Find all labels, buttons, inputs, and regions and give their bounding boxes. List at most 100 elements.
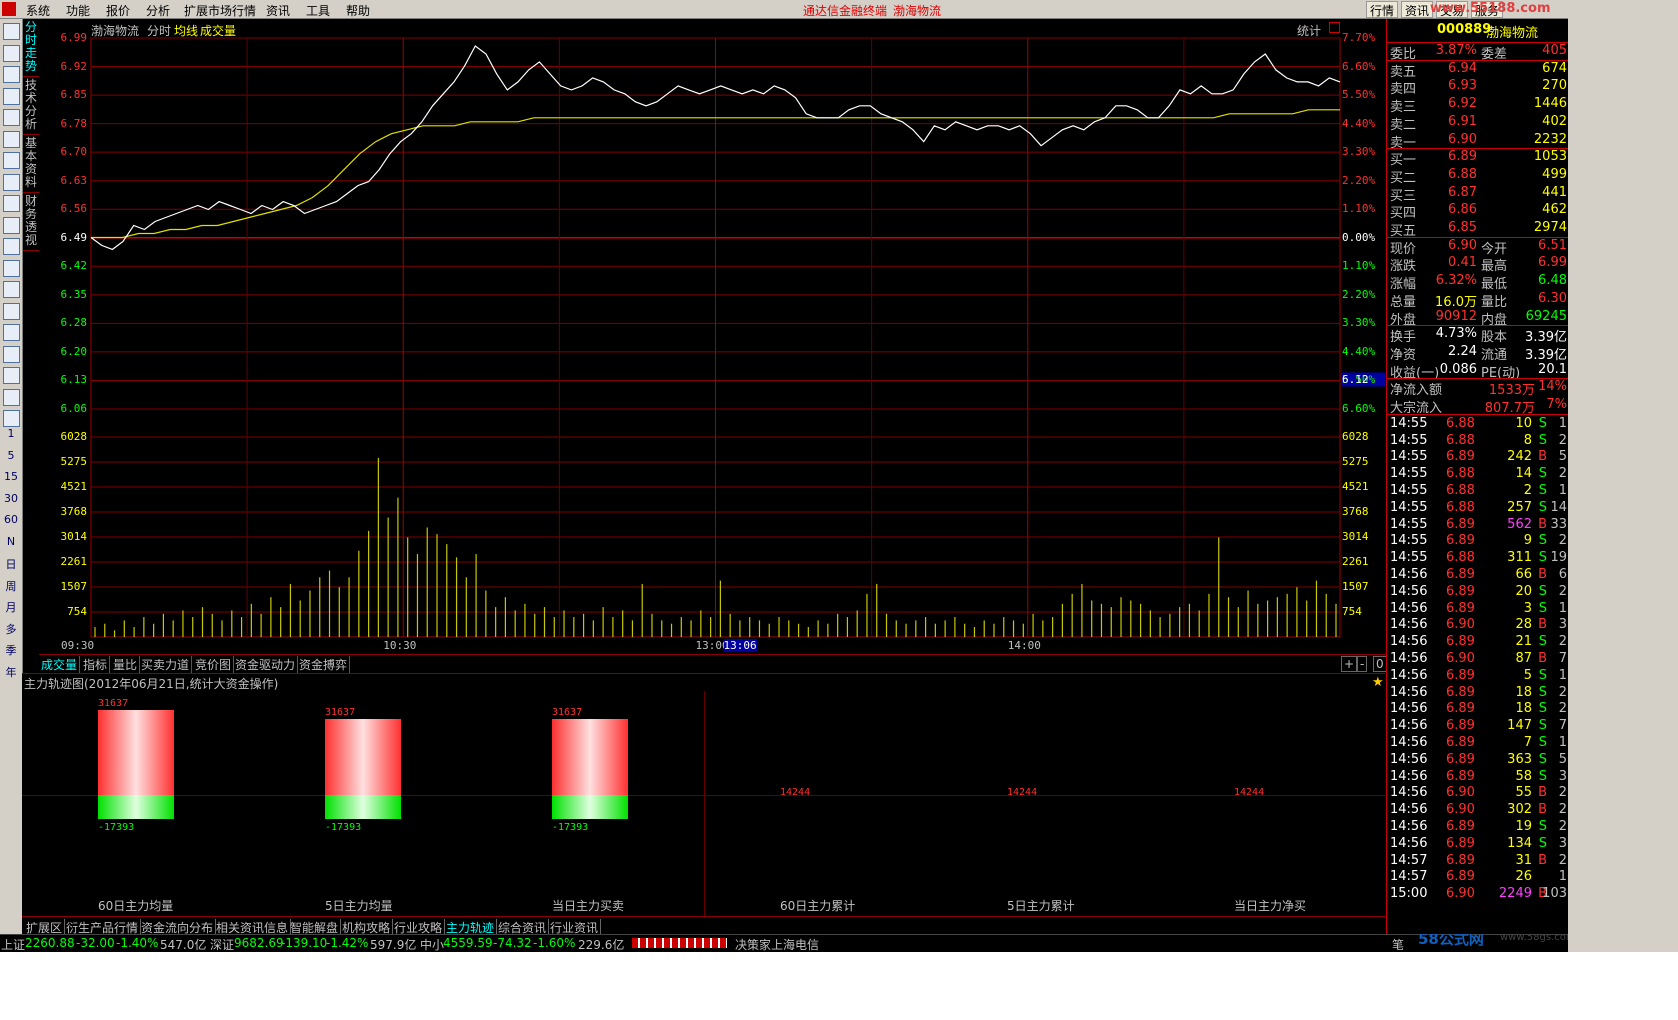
fund-row[interactable]: 换手 4.73% 股本 3.39亿: [1387, 326, 1569, 345]
tick-row[interactable]: 14:55 6.88 2 S 1: [1387, 483, 1569, 500]
tick-row[interactable]: 14:56 6.90 28 B 3: [1387, 617, 1569, 634]
menu-analysis[interactable]: 分析: [146, 2, 170, 19]
bid-row[interactable]: 买五 6.85 2974: [1387, 220, 1569, 239]
tick-row[interactable]: 14:57 6.89 26 1: [1387, 869, 1569, 886]
period-5[interactable]: N: [0, 535, 22, 548]
grid-icon[interactable]: [3, 44, 20, 62]
fund-row[interactable]: 净资 2.24 流通 3.39亿: [1387, 344, 1569, 363]
period-6[interactable]: 日: [0, 556, 22, 572]
chart-canvas[interactable]: [39, 19, 1385, 654]
news-icon[interactable]: [3, 173, 20, 191]
zoom-reset-button[interactable]: 0: [1373, 656, 1387, 672]
tick-row[interactable]: 14:55 6.89 9 S 2: [1387, 533, 1569, 550]
period-3[interactable]: 30: [0, 492, 22, 505]
home-icon[interactable]: [3, 23, 20, 40]
bid-row[interactable]: 买四 6.86 462: [1387, 202, 1569, 221]
ask-row[interactable]: 卖一 6.90 2232: [1387, 132, 1569, 151]
stat-row[interactable]: 外盘 90912 内盘 69245: [1387, 309, 1569, 328]
tab-volume[interactable]: 成交量: [39, 656, 81, 673]
table-icon[interactable]: [3, 130, 20, 148]
tab-indicator[interactable]: 指标: [81, 656, 111, 673]
tick-row[interactable]: 14:56 6.89 5 S 1: [1387, 668, 1569, 685]
tick-row[interactable]: 14:56 6.90 302 B 2: [1387, 802, 1569, 819]
tick-row[interactable]: 14:55 6.89 562 B 33: [1387, 517, 1569, 534]
tick-row[interactable]: 15:00 6.90 2249 B 103: [1387, 886, 1569, 903]
stat-row[interactable]: 总量 16.0万 量比 6.30: [1387, 291, 1569, 310]
btn-market[interactable]: 行情: [1366, 1, 1399, 18]
weibi-row[interactable]: 委比 3.87% 委差 405: [1387, 43, 1569, 62]
tick-row[interactable]: 14:56 6.89 147 S 7: [1387, 718, 1569, 735]
tick-row[interactable]: 14:56 6.89 66 B 6: [1387, 567, 1569, 584]
period-10[interactable]: 季: [0, 642, 22, 658]
tick-row[interactable]: 14:56 6.89 18 S 2: [1387, 685, 1569, 702]
pen-icon[interactable]: [3, 388, 20, 406]
ask-row[interactable]: 卖二 6.91 402: [1387, 114, 1569, 133]
menu-system[interactable]: 系统: [26, 2, 50, 19]
tick-row[interactable]: 14:56 6.89 19 S 2: [1387, 819, 1569, 836]
period-0[interactable]: 1: [0, 427, 22, 440]
tab-capital-game[interactable]: 资金搏弈: [297, 656, 351, 673]
menu-help[interactable]: 帮助: [346, 2, 370, 19]
f12-icon[interactable]: [3, 216, 20, 234]
period-9[interactable]: 多: [0, 621, 22, 637]
f5-icon[interactable]: [3, 410, 20, 427]
menu-function[interactable]: 功能: [66, 2, 90, 19]
period-2[interactable]: 15: [0, 470, 22, 483]
zoom-out-button[interactable]: -: [1357, 656, 1368, 672]
add-icon[interactable]: [3, 367, 20, 384]
tab-capital-drive[interactable]: 资金驱动力: [233, 656, 299, 673]
bid-row[interactable]: 买一 6.89 1053: [1387, 149, 1569, 168]
tick-row[interactable]: 14:55 6.88 14 S 2: [1387, 466, 1569, 483]
zoom-in-button[interactable]: +: [1341, 656, 1358, 672]
tick-row[interactable]: 14:56 6.89 58 S 3: [1387, 769, 1569, 786]
period-11[interactable]: 年: [0, 664, 22, 680]
bid-row[interactable]: 买三 6.87 441: [1387, 185, 1569, 204]
tab-technical[interactable]: 技术分析: [23, 79, 39, 135]
tab-auction[interactable]: 竞价图: [193, 656, 235, 673]
tick-row[interactable]: 14:56 6.89 3 S 1: [1387, 601, 1569, 618]
stat-row[interactable]: 涨跌 0.41 最高 6.99: [1387, 255, 1569, 274]
bid-row[interactable]: 买二 6.88 499: [1387, 167, 1569, 186]
tab-finance[interactable]: 财务透视: [23, 195, 39, 251]
btn-info[interactable]: 资讯: [1401, 1, 1434, 18]
tick-row[interactable]: 14:56 6.89 18 S 2: [1387, 701, 1569, 718]
tick-row[interactable]: 14:55 6.88 257 S 14: [1387, 500, 1569, 517]
tick-row[interactable]: 14:55 6.88 8 S 2: [1387, 433, 1569, 450]
flow-row[interactable]: 净流入额 1533万 14%: [1387, 379, 1569, 398]
tick-row[interactable]: 14:56 6.89 363 S 5: [1387, 752, 1569, 769]
tab-volume-ratio[interactable]: 量比: [111, 656, 141, 673]
period-4[interactable]: 60: [0, 513, 22, 526]
tick-row[interactable]: 14:56 6.89 21 S 2: [1387, 634, 1569, 651]
report-icon[interactable]: [3, 195, 20, 212]
period-1[interactable]: 5: [0, 449, 22, 462]
tick-row[interactable]: 14:56 6.90 55 B 2: [1387, 785, 1569, 802]
compare-icon[interactable]: [3, 281, 20, 298]
list-icon[interactable]: [3, 66, 20, 83]
flow-row[interactable]: 大宗流入 807.7万 7%: [1387, 397, 1569, 416]
menu-tools[interactable]: 工具: [306, 2, 330, 19]
star-icon[interactable]: ★: [1372, 675, 1384, 690]
fund-row[interactable]: 收益(一) 0.086 PE(动) 20.1: [1387, 362, 1569, 381]
tick-row[interactable]: 14:56 6.89 7 S 1: [1387, 735, 1569, 752]
ask-row[interactable]: 卖四 6.93 270: [1387, 78, 1569, 97]
percent-icon[interactable]: [3, 345, 20, 363]
period-8[interactable]: 月: [0, 599, 22, 615]
line-chart-icon[interactable]: [3, 87, 20, 105]
tick-row[interactable]: 14:57 6.89 31 B 2: [1387, 853, 1569, 870]
tick-row[interactable]: 14:56 6.89 134 S 3: [1387, 836, 1569, 853]
stat-row[interactable]: 现价 6.90 今开 6.51: [1387, 238, 1569, 257]
candle-icon[interactable]: [3, 109, 20, 126]
tab-basic-info[interactable]: 基本资料: [23, 137, 39, 193]
menu-ext-market[interactable]: 扩展市场行情: [184, 2, 256, 19]
f10-icon[interactable]: [3, 152, 20, 169]
period-7[interactable]: 周: [0, 578, 22, 594]
menu-quote[interactable]: 报价: [106, 2, 130, 19]
stat-button[interactable]: 统计: [1297, 22, 1321, 39]
tick-row[interactable]: 14:55 6.88 10 S 1: [1387, 416, 1569, 433]
ask-row[interactable]: 卖三 6.92 1446: [1387, 96, 1569, 115]
tab-buy-sell-force[interactable]: 买卖力道: [139, 656, 193, 673]
tab-intraday[interactable]: 分时走势: [23, 21, 39, 77]
maximize-icon[interactable]: [1329, 22, 1340, 33]
tick-row[interactable]: 14:56 6.90 87 B 7: [1387, 651, 1569, 668]
multi-chart-icon[interactable]: [3, 302, 20, 320]
